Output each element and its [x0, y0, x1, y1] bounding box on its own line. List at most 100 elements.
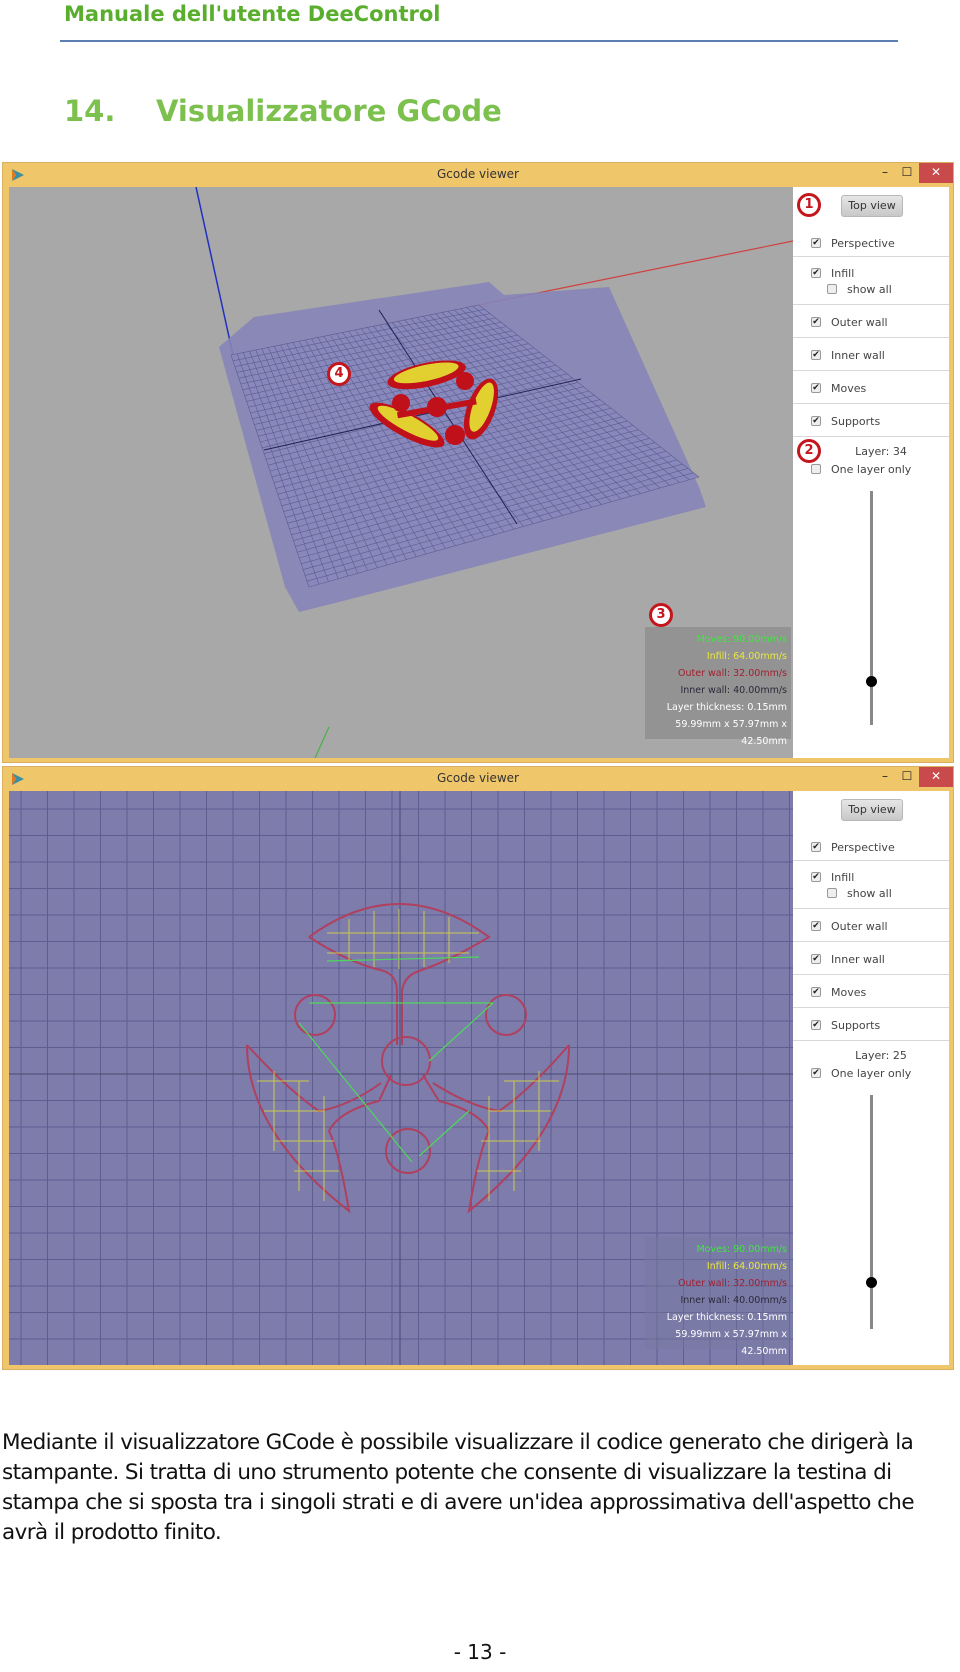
- layer-slider-track[interactable]: [870, 1095, 873, 1329]
- z-axis: [195, 187, 234, 356]
- inner-wall-label: Inner wall: [831, 952, 885, 966]
- layer-slider-handle[interactable]: [866, 1277, 877, 1289]
- title-bar[interactable]: Gcode viewer – ☐ ✕: [3, 767, 953, 791]
- info-moves: Moves: 90.00mm/s: [696, 1244, 787, 1255]
- moves-checkbox[interactable]: ✔ Moves: [811, 380, 866, 396]
- supports-label: Supports: [831, 414, 881, 428]
- checkbox-checked-icon: ✔: [811, 842, 821, 852]
- checkbox-checked-icon: ✔: [811, 416, 821, 426]
- option-row-infill: ✔ Infill show all: [793, 861, 949, 909]
- checkbox-unchecked-icon: [811, 464, 821, 474]
- perspective-label: Perspective: [831, 236, 895, 250]
- title-bar[interactable]: Gcode viewer – ☐ ✕: [3, 163, 953, 187]
- moves-label: Moves: [831, 985, 867, 999]
- layer-label: Layer: 25: [855, 1049, 907, 1062]
- checkbox-unchecked-icon: [827, 284, 837, 294]
- print-info-overlay: Moves: 90.00mm/s Infill: 64.00mm/s Outer…: [645, 627, 791, 747]
- checkbox-checked-icon: ✔: [811, 383, 821, 393]
- show-all-label: show all: [847, 282, 892, 296]
- top-view-button[interactable]: Top view: [841, 195, 903, 217]
- info-moves: Moves: 90.00mm/s: [696, 634, 787, 645]
- info-outer-wall: Outer wall: 32.00mm/s: [678, 668, 787, 679]
- info-layer-thickness: Layer thickness: 0.15mm: [666, 1312, 787, 1323]
- inner-wall-label: Inner wall: [831, 348, 885, 362]
- layer-slider-track[interactable]: [870, 491, 873, 725]
- callout-4: 4: [327, 362, 351, 386]
- left-petal: [246, 1044, 392, 1214]
- supports-label: Supports: [831, 1018, 881, 1032]
- 3d-viewport[interactable]: 4 3 Moves: 90.00mm/s Infill: 64.00mm/s O…: [9, 187, 793, 758]
- close-button[interactable]: ✕: [919, 163, 953, 183]
- one-layer-only-checkbox[interactable]: ✔ One layer only: [811, 1065, 911, 1081]
- checkbox-checked-icon: ✔: [811, 238, 821, 248]
- info-dimensions: 59.99mm x 57.97mm x 42.50mm: [675, 719, 787, 747]
- show-all-checkbox[interactable]: show all: [827, 281, 892, 297]
- checkbox-checked-icon: ✔: [811, 268, 821, 278]
- running-header: Manuale dell'utente DeeControl: [64, 2, 441, 26]
- one-layer-only-checkbox[interactable]: One layer only: [811, 461, 911, 477]
- supports-checkbox[interactable]: ✔ Supports: [811, 1017, 880, 1033]
- perspective-label: Perspective: [831, 840, 895, 854]
- option-row-perspective: ✔ Perspective: [793, 225, 949, 257]
- option-row-moves: ✔ Moves: [793, 371, 949, 404]
- infill-label: Infill: [831, 870, 855, 884]
- checkbox-checked-icon: ✔: [811, 987, 821, 997]
- header-rule: [60, 40, 898, 42]
- infill-checkbox[interactable]: ✔ Infill: [811, 265, 854, 281]
- checkbox-checked-icon: ✔: [811, 921, 821, 931]
- outer-wall-label: Outer wall: [831, 315, 888, 329]
- gcode-viewer-window-perspective: Gcode viewer – ☐ ✕ 4 3 Moves: 90.00mm/s …: [2, 162, 954, 763]
- hole-left: [294, 994, 336, 1036]
- checkbox-checked-icon: ✔: [811, 1020, 821, 1030]
- hole-right: [485, 994, 527, 1036]
- info-inner-wall: Inner wall: 40.00mm/s: [680, 685, 787, 696]
- top-viewport[interactable]: Moves: 90.00mm/s Infill: 64.00mm/s Outer…: [9, 791, 793, 1365]
- info-layer-thickness: Layer thickness: 0.15mm: [666, 702, 787, 713]
- info-infill: Infill: 64.00mm/s: [706, 1261, 787, 1272]
- option-row-outer-wall: ✔ Outer wall: [793, 305, 949, 338]
- one-layer-only-label: One layer only: [831, 1066, 912, 1080]
- maximize-button[interactable]: ☐: [897, 163, 917, 183]
- close-button[interactable]: ✕: [919, 767, 953, 787]
- option-row-outer-wall: ✔ Outer wall: [793, 909, 949, 942]
- show-all-label: show all: [847, 886, 892, 900]
- checkbox-checked-icon: ✔: [811, 872, 821, 882]
- checkbox-checked-icon: ✔: [811, 1068, 821, 1078]
- layer-slider-handle[interactable]: [866, 675, 877, 687]
- minimize-button[interactable]: –: [875, 163, 895, 183]
- y-axis: [314, 726, 330, 758]
- inner-wall-checkbox[interactable]: ✔ Inner wall: [811, 347, 885, 363]
- info-outer-wall: Outer wall: 32.00mm/s: [678, 1278, 787, 1289]
- show-all-checkbox[interactable]: show all: [827, 885, 892, 901]
- moves-checkbox[interactable]: ✔ Moves: [811, 984, 866, 1000]
- checkbox-checked-icon: ✔: [811, 350, 821, 360]
- option-row-inner-wall: ✔ Inner wall: [793, 338, 949, 371]
- inner-wall-checkbox[interactable]: ✔ Inner wall: [811, 951, 885, 967]
- options-panel: 1 Top view ✔ Perspective ✔ Infill show all…: [793, 187, 949, 758]
- section-title: 14. Visualizzatore GCode: [64, 94, 502, 128]
- perspective-checkbox[interactable]: ✔ Perspective: [811, 235, 895, 251]
- page-number: - 13 -: [453, 1640, 507, 1664]
- perspective-checkbox[interactable]: ✔ Perspective: [811, 839, 895, 855]
- supports-checkbox[interactable]: ✔ Supports: [811, 413, 880, 429]
- section-title-text: Visualizzatore GCode: [156, 94, 502, 128]
- maximize-button[interactable]: ☐: [897, 767, 917, 787]
- option-row-moves: ✔ Moves: [793, 975, 949, 1008]
- top-view-button[interactable]: Top view: [841, 799, 903, 821]
- window-title: Gcode viewer: [436, 771, 519, 785]
- outer-wall-checkbox[interactable]: ✔ Outer wall: [811, 918, 888, 934]
- infill-checkbox[interactable]: ✔ Infill: [811, 869, 854, 885]
- callout-3: 3: [649, 603, 673, 627]
- outer-wall-checkbox[interactable]: ✔ Outer wall: [811, 314, 888, 330]
- outer-wall-label: Outer wall: [831, 919, 888, 933]
- info-dimensions: 59.99mm x 57.97mm x 42.50mm: [675, 1329, 787, 1357]
- infill-label: Infill: [831, 266, 855, 280]
- section-number: 14.: [64, 94, 116, 128]
- options-panel: Top view ✔ Perspective ✔ Infill show all ✔…: [793, 791, 949, 1365]
- layer-label: Layer: 34: [855, 445, 907, 458]
- layer-outline: [246, 903, 570, 1214]
- minimize-button[interactable]: –: [875, 767, 895, 787]
- checkbox-unchecked-icon: [827, 888, 837, 898]
- callout-1: 1: [797, 193, 821, 217]
- one-layer-only-label: One layer only: [831, 462, 912, 476]
